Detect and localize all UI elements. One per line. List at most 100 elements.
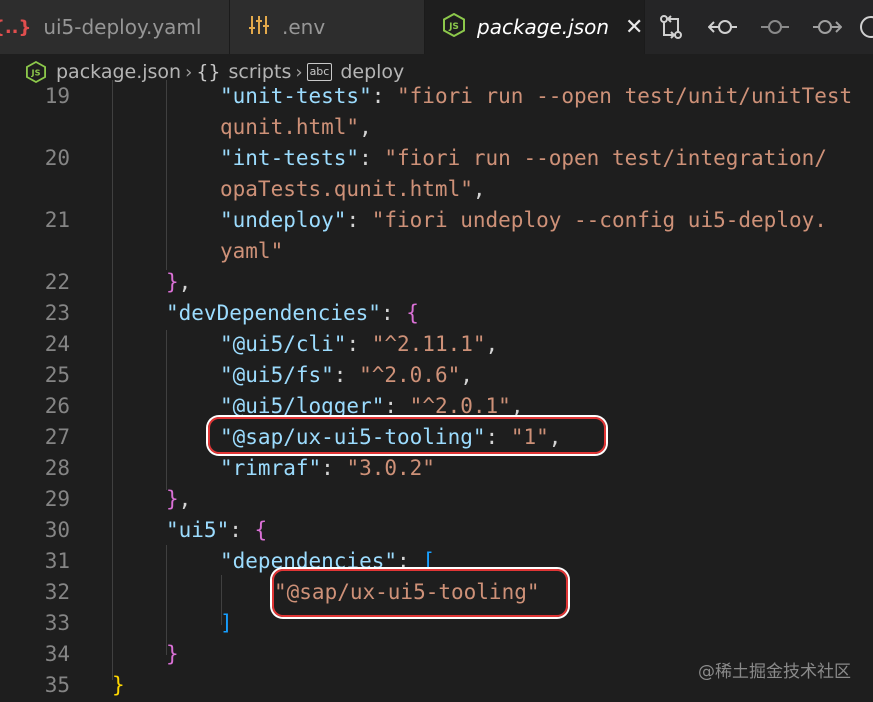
previous-change-icon[interactable] bbox=[697, 0, 749, 54]
code-token: , bbox=[359, 115, 372, 139]
line-number: 34 bbox=[44, 642, 70, 666]
tab-ui5-deploy-yaml[interactable]: {..} ui5-deploy.yaml bbox=[0, 0, 230, 54]
code-line: opaTests.qunit.html", bbox=[220, 174, 486, 204]
code-line: }, bbox=[166, 484, 191, 514]
code-line: }, bbox=[166, 267, 191, 297]
tab-label: package.json bbox=[477, 15, 610, 39]
line-number: 19 bbox=[44, 84, 70, 108]
string-symbol-icon: abc bbox=[306, 63, 333, 81]
code-token: : bbox=[321, 456, 347, 480]
indent-guide bbox=[166, 330, 167, 490]
svg-text:JS: JS bbox=[448, 22, 459, 32]
code-line: "devDependencies": { bbox=[166, 298, 419, 328]
code-token: } bbox=[166, 642, 179, 666]
code-token: "undeploy" bbox=[220, 208, 347, 232]
line-number: 35 bbox=[44, 673, 70, 697]
line-number bbox=[0, 174, 70, 204]
code-line: } bbox=[166, 639, 179, 669]
code-token: "3.0.2" bbox=[346, 456, 435, 480]
line-number: 31 bbox=[44, 549, 70, 573]
svg-text:JS: JS bbox=[31, 68, 41, 78]
code-token: "fiori run --open test/integration/ bbox=[384, 146, 827, 170]
code-line: "@ui5/fs": "^2.0.6", bbox=[220, 360, 473, 390]
code-token: : bbox=[380, 301, 407, 325]
code-token: "int-tests" bbox=[220, 146, 360, 170]
next-change-icon[interactable] bbox=[801, 0, 853, 54]
watermark: @稀土掘金技术社区 bbox=[698, 662, 851, 682]
code-editor[interactable]: 19 "unit-tests": "fiori run --open test/u… bbox=[0, 80, 873, 702]
indent-guide bbox=[112, 80, 113, 680]
line-number: 30 bbox=[44, 518, 70, 542]
code-token: : bbox=[346, 332, 372, 356]
more-actions-icon[interactable] bbox=[853, 0, 873, 54]
line-number: 33 bbox=[44, 611, 70, 635]
code-token: "rimraf" bbox=[220, 456, 322, 480]
code-line: "rimraf": "3.0.2" bbox=[220, 453, 435, 483]
tab-label: ui5-deploy.yaml bbox=[43, 15, 202, 39]
close-tab-icon[interactable]: ✕ bbox=[625, 15, 643, 40]
highlight-devdependency-tooling bbox=[208, 417, 606, 454]
code-token: "devDependencies" bbox=[166, 301, 381, 325]
code-token: "@ui5/logger" bbox=[220, 394, 385, 418]
nodejs-file-icon: JS bbox=[443, 12, 465, 42]
compare-changes-icon[interactable] bbox=[645, 0, 697, 54]
code-token: "@ui5/fs" bbox=[220, 363, 334, 387]
code-token: , bbox=[460, 363, 473, 387]
tab-package-json[interactable]: JS package.json ✕ bbox=[425, 0, 645, 54]
code-token: "fiori run --open test/unit/unitTest bbox=[397, 84, 853, 108]
line-number bbox=[0, 236, 70, 266]
editor-actions bbox=[645, 0, 873, 54]
line-number: 26 bbox=[44, 394, 70, 418]
code-token: "unit-tests" bbox=[220, 84, 372, 108]
yaml-file-icon: {..} bbox=[0, 16, 32, 38]
line-number: 29 bbox=[44, 487, 70, 511]
code-token: "^2.11.1" bbox=[371, 332, 486, 356]
code-line: qunit.html", bbox=[220, 112, 372, 142]
code-line: } bbox=[112, 670, 125, 700]
line-number bbox=[0, 112, 70, 142]
line-number: 28 bbox=[44, 456, 70, 480]
code-token: : bbox=[359, 146, 385, 170]
code-token: "^2.0.6" bbox=[359, 363, 461, 387]
line-number: 22 bbox=[44, 270, 70, 294]
code-token: , bbox=[472, 177, 486, 201]
code-token: "^2.0.1" bbox=[409, 394, 511, 418]
code-token: , bbox=[178, 487, 192, 511]
line-number: 32 bbox=[44, 580, 70, 604]
code-token: qunit.html" bbox=[220, 115, 360, 139]
code-token: : bbox=[333, 363, 360, 387]
line-number: 27 bbox=[44, 425, 70, 449]
tab-label: .env bbox=[282, 15, 326, 39]
code-token: } bbox=[166, 270, 179, 294]
code-line: "undeploy": "fiori undeploy --config ui5… bbox=[220, 205, 827, 235]
indent-guide bbox=[166, 80, 167, 270]
code-token: ] bbox=[220, 611, 233, 635]
line-number: 23 bbox=[44, 301, 70, 325]
line-number: 20 bbox=[44, 146, 70, 170]
tab-env[interactable]: .env bbox=[230, 0, 425, 54]
code-line: "int-tests": "fiori run --open test/inte… bbox=[220, 143, 827, 173]
code-line: "@ui5/cli": "^2.11.1", bbox=[220, 329, 498, 359]
code-token: "@ui5/cli" bbox=[220, 332, 347, 356]
code-token: } bbox=[112, 673, 125, 697]
commit-dot-icon[interactable] bbox=[749, 0, 801, 54]
code-token: , bbox=[510, 394, 524, 418]
editor-tab-bar: {..} ui5-deploy.yaml .env JS package.jso… bbox=[0, 0, 873, 54]
code-token: , bbox=[485, 332, 499, 356]
code-token: "ui5" bbox=[166, 518, 230, 542]
code-token: yaml" bbox=[220, 239, 284, 263]
env-settings-icon bbox=[248, 14, 270, 41]
code-token: { bbox=[254, 518, 268, 542]
code-token: : bbox=[229, 518, 255, 542]
code-line: ] bbox=[220, 608, 233, 638]
code-token: "fiori undeploy --config ui5-deploy. bbox=[371, 208, 827, 232]
code-token: : bbox=[346, 208, 372, 232]
line-number: 24 bbox=[44, 332, 70, 356]
code-line: yaml" bbox=[220, 236, 283, 266]
line-number: 25 bbox=[44, 363, 70, 387]
code-line: "unit-tests": "fiori run --open test/uni… bbox=[220, 81, 852, 111]
code-token: : bbox=[371, 84, 398, 108]
code-line: "ui5": { bbox=[166, 515, 267, 545]
code-token: } bbox=[166, 487, 179, 511]
code-token: { bbox=[406, 301, 419, 325]
